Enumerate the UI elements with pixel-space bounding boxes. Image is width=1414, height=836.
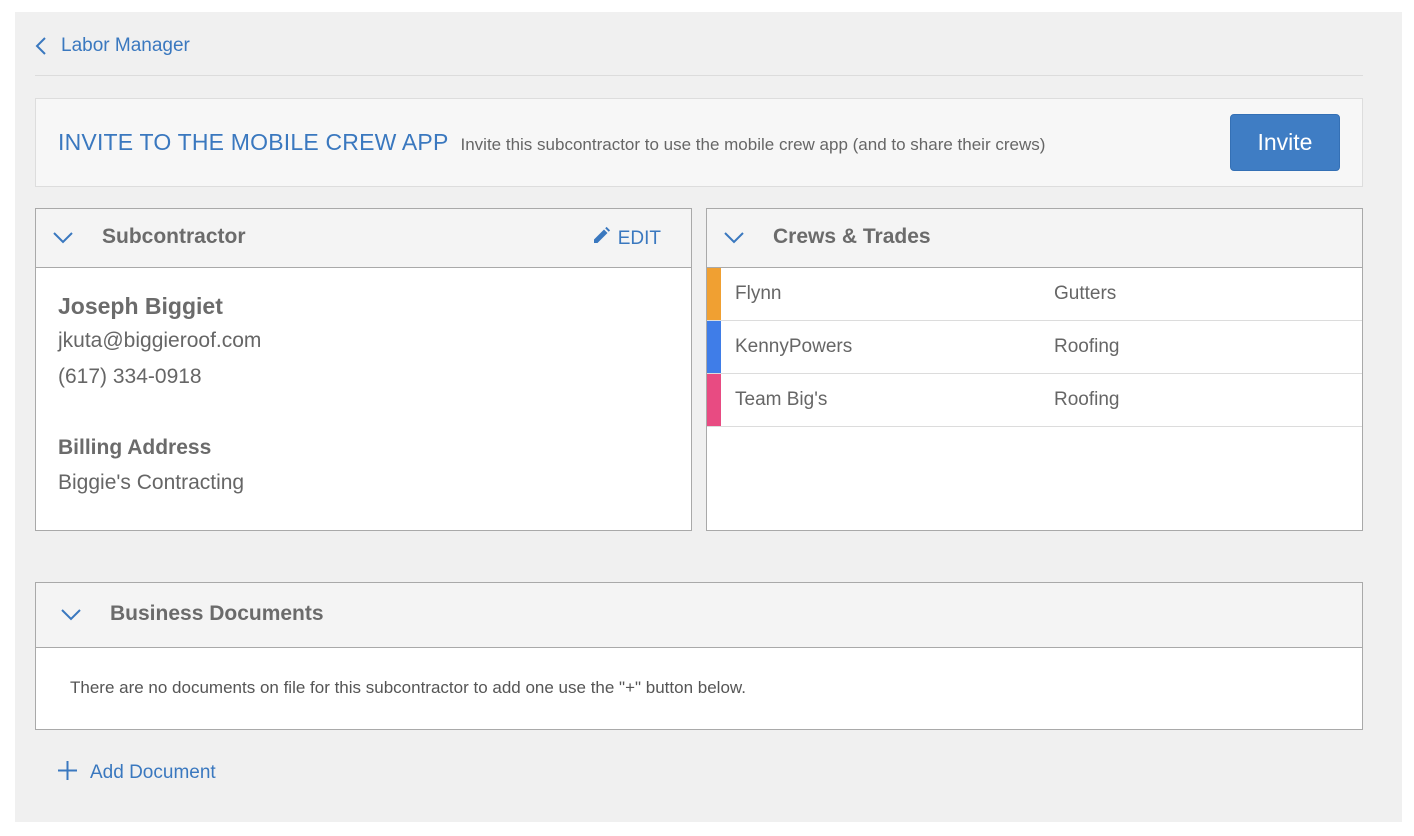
- plus-icon: [57, 760, 78, 786]
- billing-address-name: Biggie's Contracting: [58, 471, 245, 494]
- crews-panel: Crews & Trades Flynn Gutters KennyPowers…: [706, 208, 1363, 531]
- documents-panel: Business Documents There are no document…: [35, 582, 1363, 730]
- edit-button[interactable]: EDIT: [591, 226, 661, 251]
- billing-address-title: Billing Address: [58, 436, 212, 459]
- crews-title: Crews & Trades: [773, 225, 931, 248]
- chevron-down-icon[interactable]: [60, 608, 82, 626]
- subcontractor-details: Joseph Biggiet jkuta@biggieroof.com (617…: [58, 289, 261, 501]
- crew-color-bar: [707, 268, 721, 320]
- subcontractor-name: Joseph Biggiet: [58, 293, 223, 319]
- documents-header: Business Documents: [36, 583, 1362, 648]
- chevron-down-icon[interactable]: [723, 231, 745, 249]
- crew-trade: Roofing: [1054, 389, 1120, 410]
- chevron-down-icon[interactable]: [52, 231, 74, 249]
- subcontractor-email: jkuta@biggieroof.com: [58, 329, 262, 352]
- invite-title: INVITE TO THE MOBILE CREW APP: [58, 129, 449, 155]
- breadcrumb-divider: [35, 75, 1363, 76]
- crew-trade: Roofing: [1054, 336, 1120, 357]
- documents-empty-message: There are no documents on file for this …: [70, 678, 746, 697]
- crew-name: KennyPowers: [735, 336, 853, 357]
- subcontractor-phone: (617) 334-0918: [58, 365, 202, 388]
- crew-color-bar: [707, 321, 721, 373]
- breadcrumb[interactable]: Labor Manager: [35, 32, 190, 60]
- invite-description: Invite this subcontractor to use the mob…: [460, 134, 1046, 154]
- crew-name: Team Big's: [735, 389, 828, 410]
- edit-label[interactable]: EDIT: [618, 228, 661, 250]
- crew-row[interactable]: Team Big's Roofing: [707, 374, 1362, 427]
- breadcrumb-label[interactable]: Labor Manager: [61, 35, 190, 57]
- add-document-button[interactable]: Add Document: [57, 760, 216, 786]
- subcontractor-title: Subcontractor: [102, 225, 246, 248]
- subcontractor-panel: Subcontractor EDIT Joseph Biggiet jkuta@…: [35, 208, 692, 531]
- crew-trade: Gutters: [1054, 283, 1117, 304]
- invite-banner: INVITE TO THE MOBILE CREW APP Invite thi…: [35, 98, 1363, 187]
- subcontractor-header: Subcontractor EDIT: [36, 209, 691, 268]
- crew-row[interactable]: KennyPowers Roofing: [707, 321, 1362, 374]
- page-background: Labor Manager INVITE TO THE MOBILE CREW …: [15, 12, 1402, 822]
- invite-button[interactable]: Invite: [1230, 114, 1340, 171]
- crews-header: Crews & Trades: [707, 209, 1362, 268]
- crew-name: Flynn: [735, 283, 782, 304]
- pencil-icon: [591, 226, 611, 251]
- chevron-left-icon: [35, 36, 47, 56]
- crew-row[interactable]: Flynn Gutters: [707, 268, 1362, 321]
- documents-title: Business Documents: [110, 602, 324, 625]
- crew-color-bar: [707, 374, 721, 426]
- add-document-label[interactable]: Add Document: [90, 762, 216, 784]
